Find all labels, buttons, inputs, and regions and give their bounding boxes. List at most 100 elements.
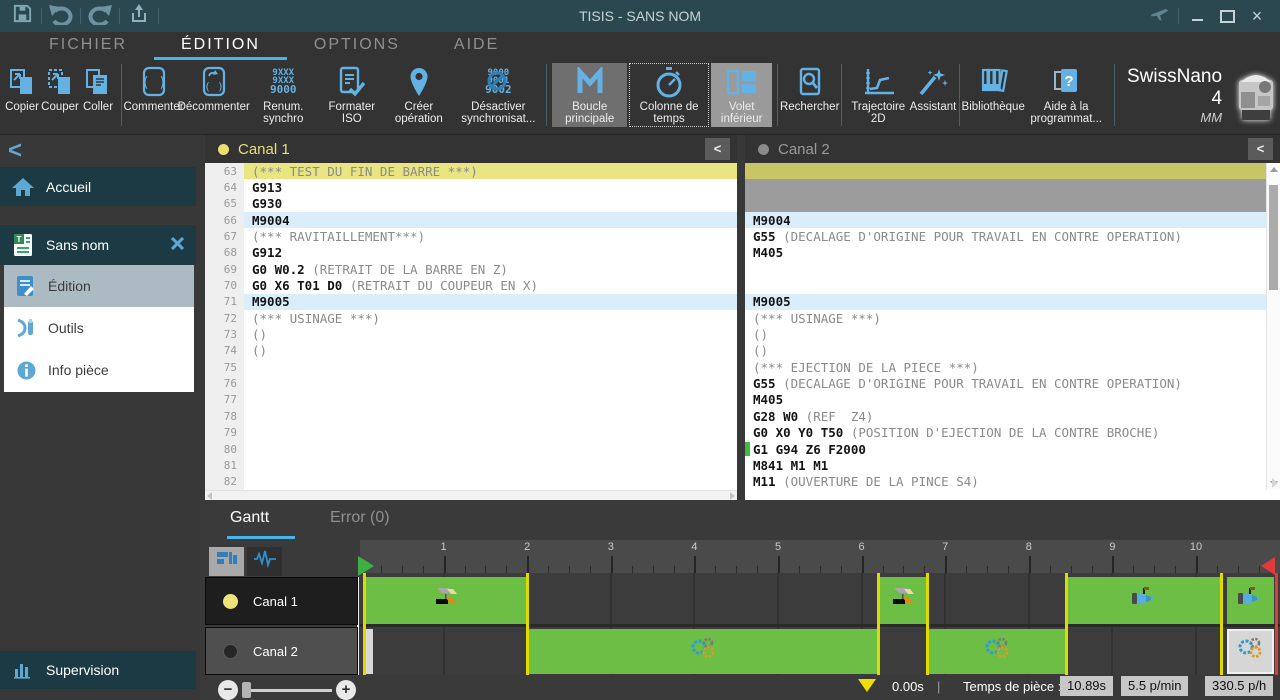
trajectory-2d-button[interactable]: Trajectoire 2D <box>847 63 910 127</box>
minimize-button[interactable] <box>1182 3 1212 29</box>
menu-edition[interactable]: ÉDITION <box>154 32 287 60</box>
time-cursor-icon[interactable] <box>858 679 876 692</box>
gantt-bar-gears[interactable] <box>1227 629 1274 674</box>
code-line[interactable] <box>745 196 1280 212</box>
code-line[interactable]: 69G0 W0.2 (RETRAIT DE LA BARRE EN Z) <box>205 261 737 277</box>
code-line[interactable]: 63(*** TEST DU FIN DE BARRE ***) <box>205 163 737 179</box>
code-line[interactable]: () <box>745 326 1280 342</box>
search-button[interactable]: Rechercher <box>783 63 836 127</box>
code-line[interactable] <box>745 261 1280 277</box>
zoom-out-button[interactable]: − <box>218 680 238 700</box>
code-line[interactable]: (*** USINAGE ***) <box>745 310 1280 326</box>
scroll-right-icon[interactable] <box>730 492 735 500</box>
renumber-sync-button[interactable]: 9XXX9XXX9000 Renum. synchro <box>247 63 319 127</box>
gantt-row-label-canal-2[interactable]: Canal 2 <box>205 627 358 675</box>
canal-2-vertical-scrollbar[interactable] <box>1266 163 1280 490</box>
zoom-slider-track[interactable] <box>244 689 332 692</box>
code-line[interactable]: M11 (OUVERTURE DE LA PINCE S4) <box>745 474 1280 490</box>
code-line[interactable]: (*** EJECTION DE LA PIECE ***) <box>745 359 1280 375</box>
code-line[interactable]: 79 <box>205 425 737 441</box>
uncomment-button[interactable]: ( ) Décommenter <box>182 63 245 127</box>
code-line[interactable]: G1 G94 Z6 F2000 <box>745 441 1280 457</box>
code-line[interactable]: 68G912 <box>205 245 737 261</box>
programming-help-button[interactable]: ? Aide à la programmat... <box>1023 63 1109 127</box>
maximize-button[interactable] <box>1212 3 1242 29</box>
canal-2-collapse-button[interactable]: < <box>1248 138 1273 160</box>
sidebar-item-project[interactable]: T Sans nom <box>0 225 196 265</box>
scroll-left-icon[interactable] <box>207 492 212 500</box>
gantt-bar-tool[interactable] <box>878 577 926 624</box>
code-line[interactable] <box>745 179 1280 195</box>
sidebar-item-edition[interactable]: Édition <box>4 265 194 307</box>
code-line[interactable]: 75 <box>205 359 737 375</box>
gantt-end-marker[interactable] <box>1261 557 1275 575</box>
comment-button[interactable]: ( ) Commenter <box>127 63 180 127</box>
code-line[interactable]: 72(*** USINAGE ***) <box>205 310 737 326</box>
assistant-button[interactable]: Assistant <box>912 63 955 127</box>
code-line[interactable]: G0 X0 Y0 T50 (POSITION D'EJECTION DE LA … <box>745 425 1280 441</box>
menu-aide[interactable]: AIDE <box>427 32 526 60</box>
lower-pane-toggle[interactable]: Volet inférieur <box>711 63 773 127</box>
gantt-bar-plain[interactable] <box>366 629 374 674</box>
create-operation-button[interactable]: Créer opération <box>384 63 453 127</box>
code-line[interactable]: 81 <box>205 457 737 473</box>
code-line[interactable] <box>745 163 1280 179</box>
code-line[interactable]: M841 M1 M1 <box>745 457 1280 473</box>
code-line[interactable]: 80 <box>205 441 737 457</box>
canal-2-code-area[interactable]: M9004G55 (DECALAGE D'ORIGINE POUR TRAVAI… <box>745 163 1280 490</box>
code-line[interactable]: G55 (DECALAGE D'ORIGINE POUR TRAVAIL EN … <box>745 375 1280 391</box>
undo-button[interactable] <box>45 3 77 29</box>
tab-gantt[interactable]: Gantt <box>230 509 269 527</box>
gantt-chart[interactable] <box>360 573 1280 675</box>
code-line[interactable]: 70G0 X6 T01 D0 (RETRAIT DU COUPEUR EN X) <box>205 277 737 293</box>
code-line[interactable]: M405 <box>745 392 1280 408</box>
zoom-in-button[interactable]: + <box>336 680 356 700</box>
remote-connect-button[interactable] <box>1145 3 1175 29</box>
scroll-up-icon[interactable] <box>1270 167 1278 172</box>
gantt-row-label-canal-1[interactable]: Canal 1 <box>205 577 358 625</box>
cut-button[interactable]: Couper <box>42 63 78 127</box>
menu-fichier[interactable]: FICHIER <box>22 32 154 60</box>
code-line[interactable]: 82 <box>205 474 737 490</box>
code-line[interactable]: 73() <box>205 326 737 342</box>
gantt-bar-tool[interactable] <box>364 577 527 624</box>
code-line[interactable]: 76 <box>205 375 737 391</box>
main-loop-toggle[interactable]: Boucle principale <box>552 63 627 127</box>
scroll-right-icon[interactable] <box>1272 478 1278 488</box>
export-button[interactable] <box>123 3 155 29</box>
gantt-bar-gears[interactable] <box>527 629 878 674</box>
redo-button[interactable] <box>84 3 116 29</box>
time-column-toggle[interactable]: Colonne de temps <box>629 63 709 127</box>
close-button[interactable]: × <box>1242 3 1272 29</box>
code-line[interactable]: G28 W0 (REF Z4) <box>745 408 1280 424</box>
close-project-icon[interactable] <box>171 237 184 253</box>
code-line[interactable] <box>745 277 1280 293</box>
code-line[interactable]: M9005 <box>745 294 1280 310</box>
gantt-view-button[interactable] <box>209 547 244 576</box>
tab-error[interactable]: Error (0) <box>330 509 390 527</box>
gantt-bar-spindle[interactable] <box>1227 577 1274 624</box>
menu-options[interactable]: OPTIONS <box>287 32 427 60</box>
paste-button[interactable]: Coller <box>80 63 116 127</box>
gantt-time-ruler[interactable]: 12345678910 <box>360 540 1280 573</box>
save-button[interactable] <box>6 3 38 29</box>
sidebar-item-accueil[interactable]: Accueil <box>0 167 196 206</box>
sidebar-item-outils[interactable]: Outils <box>4 307 194 349</box>
canal-1-code-area[interactable]: 63(*** TEST DU FIN DE BARRE ***)64G91365… <box>205 163 737 490</box>
code-line[interactable]: 78 <box>205 408 737 424</box>
library-button[interactable]: Bibliothèque <box>965 63 1021 127</box>
copy-button[interactable]: Copier <box>4 63 40 127</box>
code-line[interactable]: 74() <box>205 343 737 359</box>
code-line[interactable]: 65G930 <box>205 196 737 212</box>
code-line[interactable]: 64G913 <box>205 179 737 195</box>
sidebar-item-info-piece[interactable]: Info pièce <box>4 349 194 391</box>
code-line[interactable]: G55 (DECALAGE D'ORIGINE POUR TRAVAIL EN … <box>745 228 1280 244</box>
gantt-bar-spindle[interactable] <box>1066 577 1221 624</box>
canal-1-collapse-button[interactable]: < <box>705 138 730 160</box>
code-line[interactable]: 66M9004 <box>205 212 737 228</box>
canal-1-horizontal-scrollbar[interactable] <box>205 490 737 500</box>
scrollbar-thumb[interactable] <box>1269 185 1278 290</box>
gantt-bar-gears[interactable] <box>927 629 1067 674</box>
format-iso-button[interactable]: Formater ISO <box>321 63 382 127</box>
code-line[interactable]: M9004 <box>745 212 1280 228</box>
